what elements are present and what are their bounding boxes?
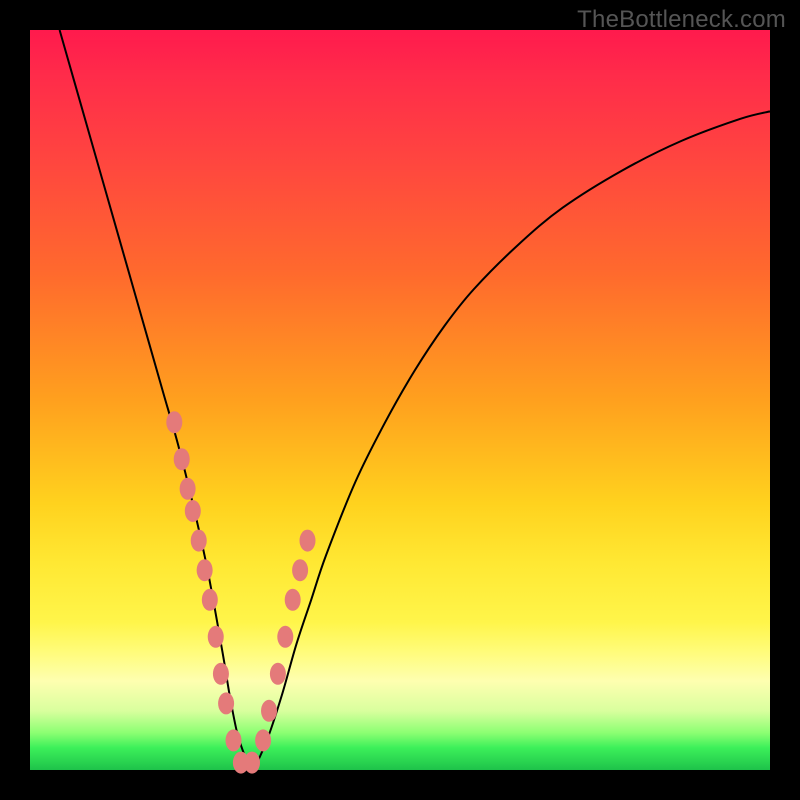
data-marker — [185, 500, 201, 522]
data-marker — [197, 559, 213, 581]
data-marker — [208, 626, 224, 648]
data-marker — [261, 700, 277, 722]
data-marker — [277, 626, 293, 648]
bottleneck-curve — [60, 30, 770, 770]
chart-frame: TheBottleneck.com — [0, 0, 800, 800]
data-marker — [255, 729, 271, 751]
data-marker — [213, 663, 229, 685]
data-marker — [180, 478, 196, 500]
data-marker — [300, 530, 316, 552]
chart-svg — [30, 30, 770, 770]
data-marker — [218, 692, 234, 714]
watermark-text: TheBottleneck.com — [577, 6, 786, 34]
data-marker — [166, 411, 182, 433]
plot-gradient-area — [30, 30, 770, 770]
data-marker — [226, 729, 242, 751]
data-marker — [292, 559, 308, 581]
data-marker — [244, 752, 260, 774]
data-marker — [285, 589, 301, 611]
data-marker — [270, 663, 286, 685]
data-marker — [191, 530, 207, 552]
data-marker — [174, 448, 190, 470]
data-marker — [202, 589, 218, 611]
data-markers — [166, 411, 315, 773]
